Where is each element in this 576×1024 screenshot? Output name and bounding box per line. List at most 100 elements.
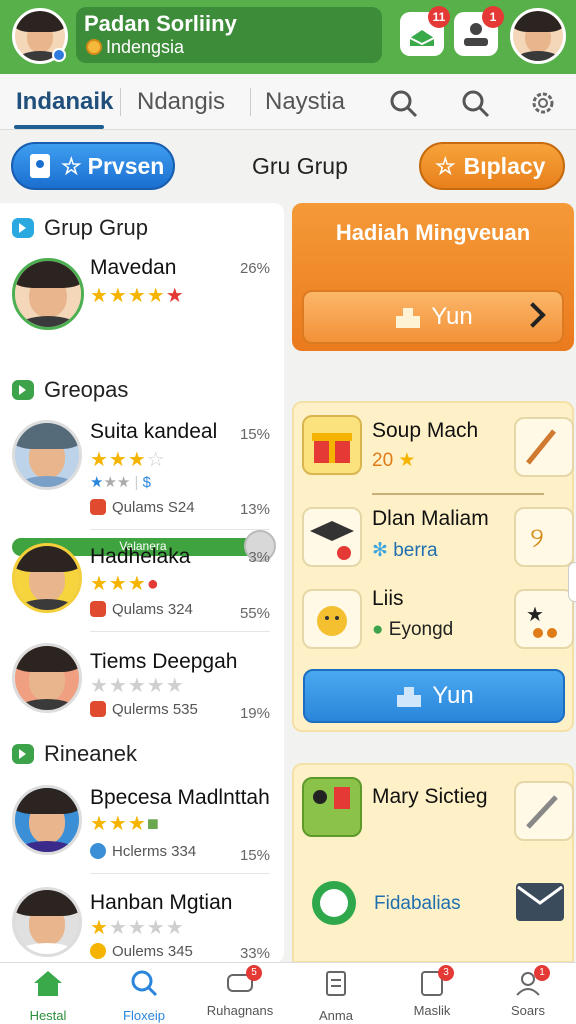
- list-item-sub: Hclerms 334: [90, 843, 196, 860]
- calendar-icon: 3: [416, 965, 454, 997]
- bottom-navigation: Hestal Floxeip 5 Ruhagnans Anma 3 Maslik…: [0, 962, 576, 1024]
- notification-count-badge: 11: [428, 6, 450, 28]
- left-action-button[interactable]: ☆ Prvsen: [11, 142, 175, 190]
- items-card: Soup Mach 20 ★ Dlan Maliam ✻ berra ୨ Lii…: [292, 401, 574, 732]
- nav-label: Soars: [511, 1003, 545, 1018]
- globe-icon: [90, 843, 106, 859]
- friend-avatar[interactable]: [510, 8, 566, 64]
- whatsapp-icon[interactable]: [308, 877, 360, 929]
- list-item-sub: Qulams S24: [90, 499, 195, 516]
- list-item-percent: 55%: [239, 605, 270, 622]
- list-item-sub: Qulerms 535: [90, 701, 198, 718]
- list-item-percent: 19%: [239, 705, 270, 722]
- group-list-panel: Grup Grup Mavedan 26% ★★★★★ Valanera Gre…: [0, 203, 284, 963]
- nav-label: Ruhagnans: [206, 1003, 274, 1018]
- weekly-reward-button[interactable]: Yun: [302, 290, 564, 344]
- items-action-button[interactable]: Yun: [303, 669, 565, 723]
- search-icon: [131, 970, 158, 997]
- podium-icon: [397, 687, 422, 707]
- list-item-name[interactable]: Bpecesa Madlnttah: [90, 786, 270, 810]
- rating-stars: ★★★■: [90, 813, 160, 835]
- avatar[interactable]: [12, 785, 82, 855]
- list-item-name[interactable]: Hanban Mgtian: [90, 891, 232, 915]
- svg-text:★: ★: [526, 602, 544, 626]
- avatar[interactable]: [12, 887, 82, 957]
- gift-icon[interactable]: [302, 415, 362, 475]
- header-title-box[interactable]: Padan Sorliiny Indengsia: [76, 7, 382, 63]
- list-item-percent: 15%: [239, 426, 270, 443]
- search-icon[interactable]: [460, 88, 490, 118]
- list-item-sub: Oulems 345: [90, 943, 193, 960]
- chick-icon[interactable]: [302, 589, 362, 649]
- right-action-button[interactable]: ☆ Bıplacy: [419, 142, 565, 190]
- item-tag: ● Eyongd: [372, 619, 454, 640]
- nav-soars[interactable]: 1 Soars: [480, 965, 576, 1018]
- chest-icon: [90, 701, 106, 717]
- divider: [90, 529, 270, 530]
- nav-ruhagnans[interactable]: 5 Ruhagnans: [192, 965, 288, 1018]
- nav-maslik[interactable]: 3 Maslik: [384, 965, 480, 1018]
- clipboard-icon: [326, 971, 346, 996]
- nav-badge: 3: [438, 965, 454, 981]
- notifications-button[interactable]: 11: [400, 6, 450, 56]
- coin-icon: [90, 943, 106, 959]
- messages-button[interactable]: 1: [454, 6, 504, 56]
- item-value: 20 ★: [372, 450, 416, 471]
- list-item-sub: Qulams 324: [90, 601, 193, 618]
- featured-rating: ★★★★★: [90, 285, 185, 307]
- star-outline-icon: ☆: [435, 152, 456, 179]
- list-item-name[interactable]: Tiems Deepgah: [90, 650, 237, 674]
- scroll-indicator[interactable]: [568, 562, 576, 602]
- graduation-cap-icon[interactable]: [302, 507, 362, 567]
- mail-icon[interactable]: [512, 877, 568, 927]
- nav-hestal[interactable]: Hestal: [0, 969, 96, 1023]
- home-icon: [34, 971, 62, 996]
- nav-floxeip[interactable]: Floxeip: [96, 969, 192, 1023]
- header-subtitle: Indengsia: [86, 37, 184, 58]
- rating-stars: ★★★☆: [90, 449, 166, 471]
- coin-icon: [86, 39, 102, 55]
- gear-icon[interactable]: [528, 88, 558, 118]
- lower-card: Mary Sictieg Fidabalias: [292, 763, 574, 963]
- nav-label: Maslik: [413, 1003, 451, 1018]
- featured-percent: 26%: [239, 260, 270, 277]
- hammer-icon[interactable]: [514, 417, 574, 477]
- section-header: Rineanek: [12, 741, 137, 767]
- search-icon[interactable]: [388, 88, 418, 118]
- item-name[interactable]: Liis: [372, 587, 404, 611]
- item-name[interactable]: Mary Sictieg: [372, 785, 488, 809]
- tab-indanaik[interactable]: Indanaik: [16, 88, 113, 116]
- weekly-reward-button-label: Yun: [431, 303, 473, 330]
- featured-avatar[interactable]: [12, 258, 84, 330]
- share-link[interactable]: Fidabalias: [374, 893, 461, 915]
- item-name[interactable]: Dlan Maliam: [372, 507, 489, 531]
- tab-ndangis[interactable]: Ndangis: [137, 88, 225, 116]
- star-outline-icon: ☆: [61, 152, 82, 179]
- divider: [90, 873, 270, 874]
- snowflake-icon: ✻: [372, 540, 388, 561]
- list-item-percent: 15%: [239, 847, 270, 864]
- chest-icon: [90, 499, 106, 515]
- list-item-percent: 3%: [248, 549, 270, 566]
- active-tab-indicator: [14, 125, 104, 129]
- avatar[interactable]: [12, 643, 82, 713]
- brush-icon[interactable]: [514, 781, 574, 841]
- list-item-name[interactable]: Hadhelaka: [90, 545, 190, 569]
- avatar[interactable]: [12, 420, 82, 490]
- profile-icon: 1: [512, 965, 550, 997]
- section-title: Gru Grup: [252, 153, 348, 179]
- item-name[interactable]: Soup Mach: [372, 419, 478, 443]
- scissors-icon[interactable]: ୨: [514, 507, 574, 567]
- avatar[interactable]: [12, 543, 82, 613]
- tab-naystia[interactable]: Naystia: [265, 88, 345, 116]
- key-icon[interactable]: [302, 777, 362, 837]
- featured-name[interactable]: Mavedan: [90, 256, 176, 280]
- verified-badge-icon: [52, 48, 66, 62]
- sparkle-icon[interactable]: ★: [514, 589, 574, 649]
- messages-count-badge: 1: [482, 6, 504, 28]
- right-action-label: Bıplacy: [463, 152, 546, 179]
- list-item-percent: 33%: [239, 945, 270, 962]
- document-icon: [30, 154, 50, 178]
- list-item-name[interactable]: Suita kandeal: [90, 420, 217, 444]
- nav-anma[interactable]: Anma: [288, 969, 384, 1023]
